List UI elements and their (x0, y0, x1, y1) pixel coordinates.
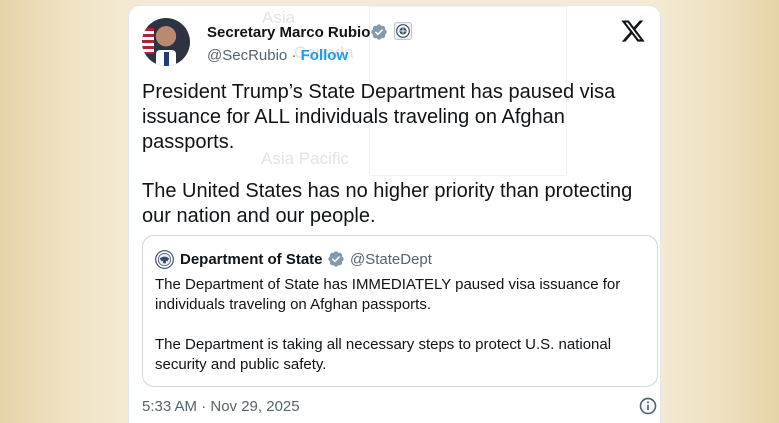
flag-icon (142, 28, 154, 54)
tweet-header: Secretary Marco Rubio @SecRubio · Follow (142, 18, 647, 68)
tweet-body: President Trump’s State Department has p… (142, 80, 647, 253)
avatar[interactable] (142, 18, 190, 66)
verified-badge-icon (328, 251, 344, 267)
quoted-tweet-body: The Department of State has IMMEDIATELY … (155, 275, 645, 395)
quoted-tweet[interactable]: Department of State @StateDept The Depar… (142, 235, 658, 387)
info-icon[interactable] (638, 396, 658, 416)
quoted-author-handle[interactable]: @StateDept (350, 251, 432, 268)
tweet-paragraph: The United States has no higher priority… (142, 180, 633, 227)
tweet-paragraph: President Trump’s State Department has p… (142, 81, 616, 153)
follow-button[interactable]: Follow (301, 47, 349, 64)
x-logo-icon[interactable] (620, 18, 646, 44)
state-seal-icon (394, 22, 412, 40)
quoted-tweet-header: Department of State @StateDept (155, 250, 645, 270)
tweet-card: Asia Canada Asia Pacific Secretary Marco… (128, 5, 661, 423)
quoted-paragraph: The Department is taking all necessary s… (155, 336, 612, 373)
author-handle-row: @SecRubio · Follow (207, 47, 349, 64)
author-name[interactable]: Secretary Marco Rubio (207, 24, 370, 41)
quoted-paragraph: The Department of State has IMMEDIATELY … (155, 276, 621, 313)
verified-badge-icon (371, 24, 387, 40)
quoted-author-name[interactable]: Department of State (180, 251, 323, 268)
state-seal-icon (155, 250, 174, 269)
author-handle[interactable]: @SecRubio (207, 47, 287, 64)
tweet-timestamp[interactable]: 5:33 AM · Nov 29, 2025 (142, 398, 300, 415)
tweet-footer: 5:33 AM · Nov 29, 2025 (142, 396, 657, 418)
